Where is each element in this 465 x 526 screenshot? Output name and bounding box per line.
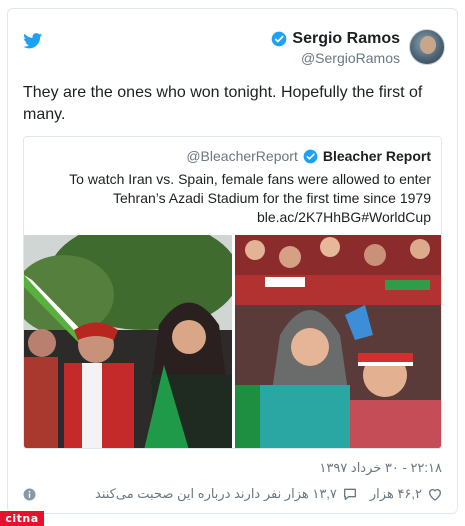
author-text: Sergio Ramos @SergioRamos [271,29,400,67]
tweet-timestamp[interactable]: ۲۲:۱۸ - ۳۰ خرداد ۱۳۹۷ [319,460,442,476]
quoted-author[interactable]: @BleacherReport Bleacher Report [186,147,431,165]
quoted-handle[interactable]: @BleacherReport [186,147,298,165]
quoted-photos [24,235,441,448]
embedded-tweet-card: Sergio Ramos @SergioRamos They are the o… [7,8,458,514]
tweet-author[interactable]: Sergio Ramos @SergioRamos [271,29,445,67]
photo-fans-right[interactable] [235,235,441,448]
quoted-text-line: To watch Iran vs. Spain, female fans wer… [69,171,431,187]
author-name[interactable]: Sergio Ramos [292,29,400,49]
conversation-count: ۱۳,۷ هزار نفر دارند درباره این صحبت می‌ک… [95,486,337,501]
quoted-tweet[interactable]: @BleacherReport Bleacher Report To watch… [23,136,442,449]
photo-fans-left[interactable] [24,235,232,448]
quoted-link[interactable]: ble.ac/2K7HhBG#WorldCup [41,208,431,227]
avatar[interactable] [409,29,445,65]
heart-icon[interactable] [427,486,443,502]
verified-badge-icon [303,149,318,163]
info-icon[interactable] [23,488,36,501]
twitter-bird-icon[interactable] [23,33,43,49]
tweet-text: They are the ones who won tonight. Hopef… [23,84,423,123]
quoted-name[interactable]: Bleacher Report [323,147,431,165]
like-action[interactable]: ۴۶,۲ هزار [370,486,443,502]
speech-bubble-icon[interactable] [342,486,358,502]
reply-action[interactable]: ۱۳,۷ هزار نفر دارند درباره این صحبت می‌ک… [95,486,358,502]
site-watermark-logo: citna [0,511,44,526]
author-handle[interactable]: @SergioRamos [271,49,400,67]
verified-badge-icon [272,31,287,47]
quoted-text: To watch Iran vs. Spain, female fans wer… [41,170,431,227]
like-count: ۴۶,۲ هزار [369,486,422,501]
tweet-actions: ۴۶,۲ هزار ۱۳,۷ هزار نفر دارند درباره این… [95,486,443,502]
watermark-text: citna [5,512,39,525]
quoted-text-line: Tehran’s Azadi Stadium for the first tim… [112,190,431,206]
author-name-row: Sergio Ramos [271,29,400,49]
